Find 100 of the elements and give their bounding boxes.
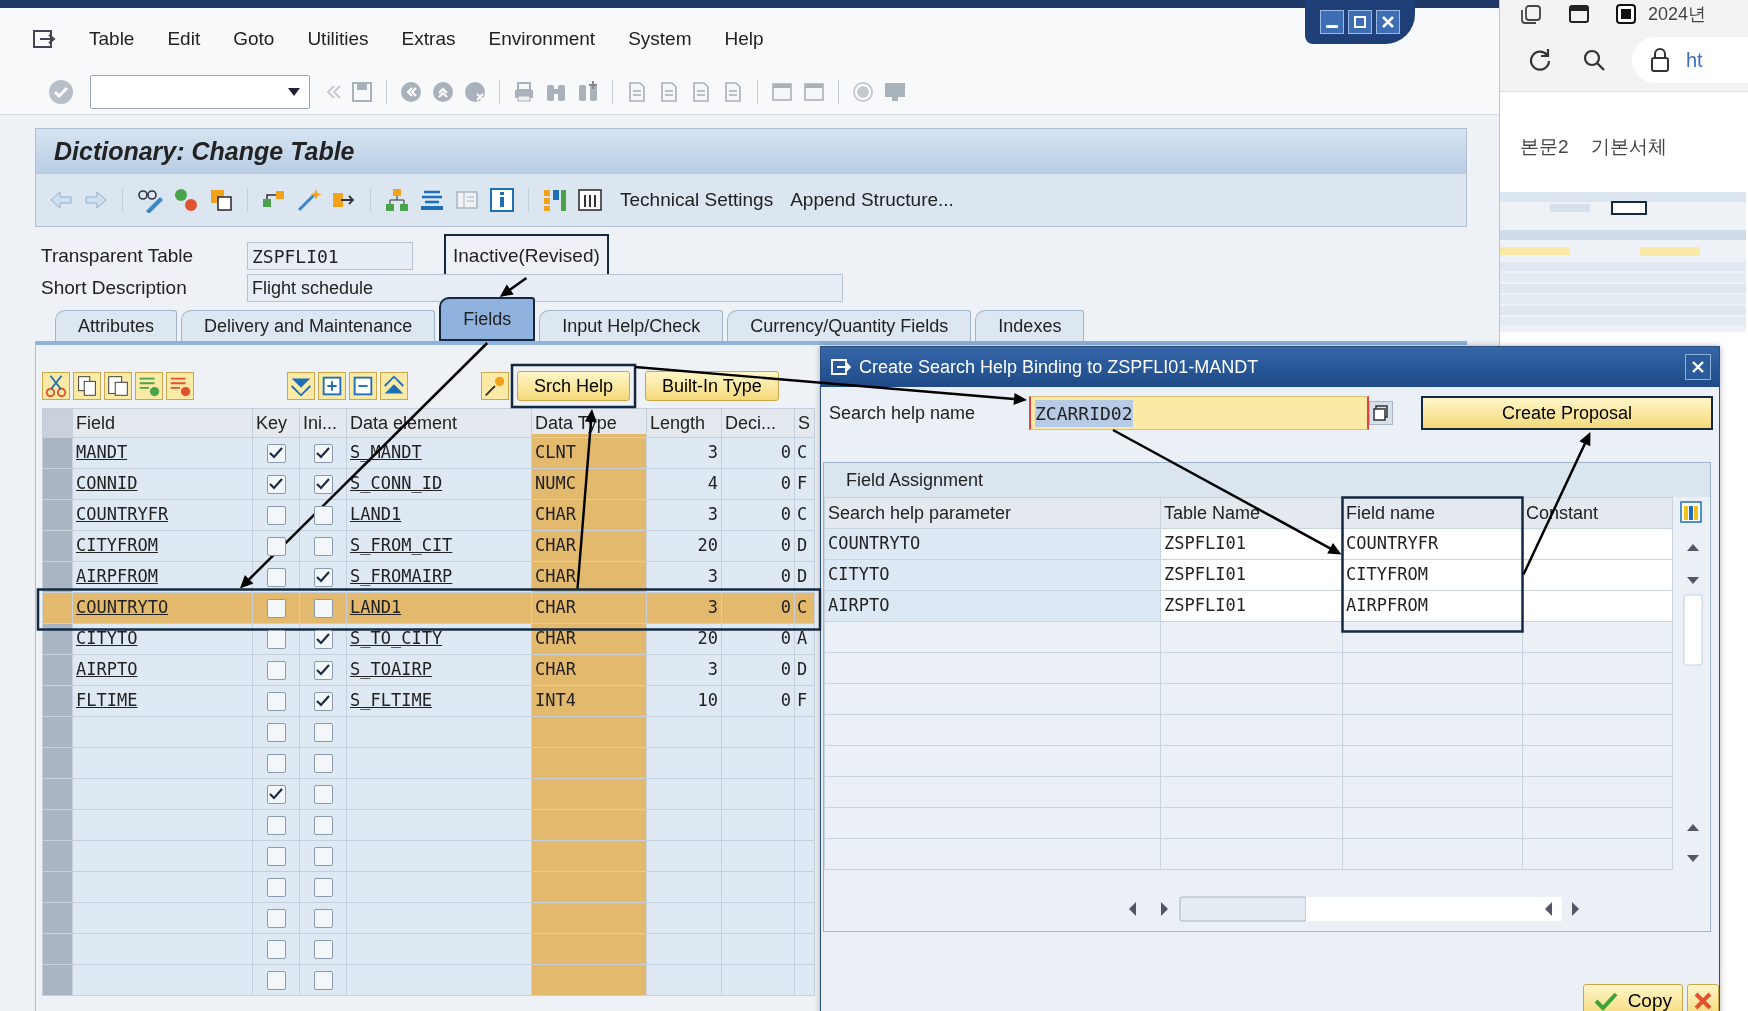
checkbox[interactable] <box>313 784 333 804</box>
copy-button[interactable]: Copy <box>1582 984 1683 1011</box>
cancel-button[interactable] <box>1687 984 1719 1011</box>
checkbox[interactable] <box>266 598 286 618</box>
checkbox[interactable] <box>266 877 286 897</box>
command-field[interactable] <box>90 75 310 109</box>
link[interactable]: CONNID <box>76 473 138 494</box>
tab[interactable]: Delivery and Maintenance <box>181 310 436 341</box>
column-header[interactable]: Field <box>72 408 253 438</box>
filter-up-icon[interactable] <box>380 372 408 400</box>
link[interactable]: CITYTO <box>76 628 138 649</box>
close-button[interactable] <box>1685 354 1711 380</box>
checkbox[interactable] <box>313 691 333 711</box>
toggle-icon[interactable] <box>173 187 199 213</box>
link[interactable]: S_FROM_CIT <box>350 535 453 556</box>
key-link-icon[interactable] <box>481 372 509 400</box>
link[interactable]: MANDT <box>76 442 128 463</box>
grid-button[interactable]: Built-In Type <box>645 371 779 401</box>
toolbar-button[interactable]: Append Structure... <box>790 185 954 215</box>
window-icon[interactable] <box>802 80 826 104</box>
link[interactable]: S_TO_CITY <box>350 628 443 649</box>
copy-icon[interactable] <box>73 372 101 400</box>
back-circle-icon[interactable] <box>399 80 423 104</box>
menu-item[interactable]: Help <box>724 24 764 54</box>
tab[interactable]: Attributes <box>55 310 178 341</box>
tab[interactable]: Currency/Quantity Fields <box>727 310 972 341</box>
menu-item[interactable]: Utilities <box>307 24 369 54</box>
remove-box-icon[interactable] <box>349 372 377 400</box>
check-icon[interactable] <box>48 79 74 105</box>
text-field[interactable]: Flight schedule <box>247 274 843 302</box>
checkbox[interactable] <box>313 567 333 587</box>
save-icon[interactable] <box>350 80 374 104</box>
link[interactable]: LAND1 <box>350 504 402 525</box>
address-bar[interactable]: ht <box>1632 36 1748 83</box>
checkbox[interactable] <box>313 815 333 835</box>
help-icon[interactable] <box>851 80 875 104</box>
filter-down-icon[interactable] <box>287 372 315 400</box>
checkbox[interactable] <box>266 660 286 680</box>
menu-item[interactable]: Goto <box>233 24 275 54</box>
checkbox[interactable] <box>313 505 333 525</box>
checkbox[interactable] <box>266 474 286 494</box>
checkbox[interactable] <box>266 846 286 866</box>
checkbox[interactable] <box>266 753 286 773</box>
columns-icon[interactable] <box>577 187 603 213</box>
blocks-icon[interactable] <box>542 187 568 213</box>
tabs-icon[interactable] <box>1520 4 1542 24</box>
menu-icon[interactable] <box>32 28 56 50</box>
menu-item[interactable]: Environment <box>488 24 596 54</box>
checkbox[interactable] <box>313 970 333 990</box>
checkbox[interactable] <box>313 722 333 742</box>
link[interactable]: AIRPFROM <box>76 566 158 587</box>
create-proposal-button[interactable]: Create Proposal <box>1421 396 1713 430</box>
insert-row-icon[interactable] <box>135 372 163 400</box>
scissors-icon[interactable] <box>42 372 70 400</box>
checkbox[interactable] <box>313 908 333 928</box>
link[interactable]: AIRPTO <box>76 659 138 680</box>
paste-icon[interactable] <box>104 372 132 400</box>
printer-icon[interactable] <box>512 80 536 104</box>
checkbox[interactable] <box>313 753 333 773</box>
link[interactable]: S_FLTIME <box>350 690 432 711</box>
cancel-circle-icon[interactable] <box>463 80 487 104</box>
wand-icon[interactable] <box>296 187 322 213</box>
link[interactable]: FLTIME <box>76 690 138 711</box>
column-header[interactable]: Key <box>252 408 300 438</box>
checkbox[interactable] <box>266 505 286 525</box>
menu-item[interactable]: Extras <box>401 24 456 54</box>
link[interactable]: S_FROMAIRP <box>350 566 453 587</box>
menu-item[interactable]: Table <box>89 24 135 54</box>
column-header[interactable]: Search help parameter <box>824 497 1161 529</box>
checkbox[interactable] <box>266 970 286 990</box>
checkbox[interactable] <box>313 660 333 680</box>
tab[interactable]: Fields <box>439 297 536 341</box>
column-header[interactable]: Ini... <box>299 408 347 438</box>
checkbox[interactable] <box>266 536 286 556</box>
tree-icon[interactable] <box>384 187 410 213</box>
link[interactable]: CITYFROM <box>76 535 158 556</box>
column-header[interactable]: Table Name <box>1160 497 1343 529</box>
app-icon[interactable] <box>1616 4 1636 24</box>
close-button[interactable] <box>1376 10 1400 34</box>
menu-item[interactable]: System <box>628 24 692 54</box>
checkbox[interactable] <box>266 691 286 711</box>
column-header[interactable]: Length <box>646 408 722 438</box>
font-dropdown[interactable]: 본문2 <box>1520 132 1569 162</box>
info-icon[interactable] <box>489 187 515 213</box>
column-header[interactable]: S <box>794 408 815 438</box>
link[interactable]: COUNTRYFR <box>76 504 169 525</box>
copy-object-icon[interactable] <box>208 187 234 213</box>
tab[interactable]: Indexes <box>975 310 1085 341</box>
link[interactable]: COUNTRYTO <box>76 597 169 618</box>
delete-row-icon[interactable] <box>166 372 194 400</box>
glasses-pencil-icon[interactable] <box>136 187 164 213</box>
checkbox[interactable] <box>313 536 333 556</box>
window-icon[interactable] <box>770 80 794 104</box>
up-circle-icon[interactable] <box>431 80 455 104</box>
sidebar-icon[interactable] <box>1568 4 1590 24</box>
column-header[interactable]: Field name <box>1342 497 1523 529</box>
tab[interactable]: Input Help/Check <box>539 310 724 341</box>
menu-item[interactable]: Edit <box>167 24 201 54</box>
maximize-button[interactable] <box>1348 10 1372 34</box>
text-field[interactable]: ZSPFLI01 <box>247 242 413 270</box>
